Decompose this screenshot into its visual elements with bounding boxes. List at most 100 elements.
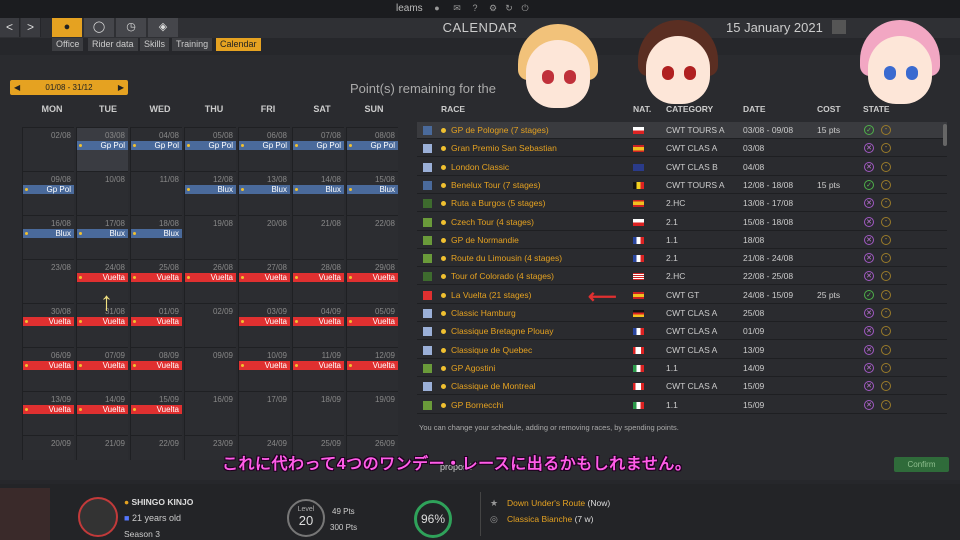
unavailable-x-icon[interactable]: ✕ <box>864 143 874 154</box>
info-icon[interactable]: - <box>881 198 891 209</box>
calendar-day-cell[interactable]: 21/09 <box>76 435 128 460</box>
info-icon[interactable]: - <box>881 271 891 282</box>
refresh-icon[interactable]: ↻ <box>504 3 514 14</box>
back-button[interactable]: < <box>0 18 20 37</box>
calendar-day-cell[interactable]: 04/09 Vuelta <box>292 303 344 347</box>
calendar-event[interactable]: Blux <box>293 185 344 194</box>
race-row[interactable]: Classique Bretagne Plouay CWT CLAS A 01/09… <box>417 323 947 341</box>
info-icon[interactable]: - <box>881 344 891 355</box>
race-row[interactable]: London Classic CWT CLAS B 04/08 ✕ - <box>417 159 947 176</box>
calendar-event[interactable]: Gp Pol <box>293 141 344 150</box>
calendar-day-cell[interactable]: 15/08 Blux <box>346 171 398 215</box>
calendar-day-cell[interactable]: 09/08 Gp Pol <box>22 171 74 215</box>
calendar-day-cell[interactable]: 10/09 Vuelta <box>238 347 290 391</box>
calendar-day-cell[interactable]: 12/09 Vuelta <box>346 347 398 391</box>
calendar-day-cell[interactable]: 18/08 Blux <box>130 215 182 259</box>
calendar-event[interactable]: Vuelta <box>293 361 344 370</box>
race-row[interactable]: Classique de Montreal CWT CLAS A 15/09 ✕ - <box>417 378 947 396</box>
forward-button[interactable]: > <box>21 18 41 37</box>
calendar-day-cell[interactable]: 13/08 Blux <box>238 171 290 215</box>
calendar-event[interactable]: Gp Pol <box>239 141 290 150</box>
calendar-day-cell[interactable]: 25/08 Vuelta <box>130 259 182 303</box>
calendar-event[interactable]: Blux <box>239 185 290 194</box>
calendar-day-cell[interactable]: 22/09 <box>130 435 182 460</box>
calendar-day-cell[interactable]: 11/09 Vuelta <box>292 347 344 391</box>
mail-icon[interactable]: ✉ <box>452 3 462 14</box>
calendar-day-cell[interactable]: 27/08 Vuelta <box>238 259 290 303</box>
calendar-day-cell[interactable]: 11/08 <box>130 171 182 215</box>
calendar-day-cell[interactable]: 02/09 <box>184 303 236 347</box>
unavailable-x-icon[interactable]: ✕ <box>864 399 874 410</box>
unavailable-x-icon[interactable]: ✕ <box>864 234 874 245</box>
calendar-event[interactable]: Vuelta <box>131 273 182 282</box>
calendar-day-cell[interactable]: 05/08 Gp Pol <box>184 127 236 171</box>
help-icon[interactable]: ? <box>470 3 480 14</box>
upcoming-race-2[interactable]: Classica Bianche (7 w) <box>507 514 593 524</box>
clock-tab-icon[interactable]: ◷ <box>116 18 146 37</box>
info-icon[interactable]: - <box>881 289 891 300</box>
team-tab-icon[interactable]: ● <box>52 18 82 37</box>
calendar-day-cell[interactable]: 06/08 Gp Pol <box>238 127 290 171</box>
info-icon[interactable]: - <box>881 125 891 135</box>
calendar-event[interactable]: Vuelta <box>77 405 128 414</box>
calendar-icon[interactable] <box>832 20 846 34</box>
next-period-icon[interactable]: ▶ <box>118 80 124 95</box>
unavailable-x-icon[interactable]: ✕ <box>864 253 874 264</box>
unavailable-x-icon[interactable]: ✕ <box>864 216 874 227</box>
bike-tab-icon[interactable]: ◯ <box>84 18 114 37</box>
calendar-event[interactable]: Vuelta <box>131 405 182 414</box>
power-icon[interactable]: ⏻ <box>520 3 530 14</box>
calendar-day-cell[interactable]: 02/08 <box>22 127 74 171</box>
bell-icon[interactable]: ● <box>432 3 442 14</box>
calendar-day-cell[interactable]: 29/08 Vuelta <box>346 259 398 303</box>
calendar-event[interactable]: Blux <box>23 229 74 238</box>
calendar-day-cell[interactable]: 14/08 Blux <box>292 171 344 215</box>
unavailable-x-icon[interactable]: ✕ <box>864 344 874 355</box>
calendar-event[interactable]: Vuelta <box>23 405 74 414</box>
race-row[interactable]: Classic Hamburg CWT CLAS A 25/08 ✕ - <box>417 305 947 322</box>
subtab-rider-data[interactable]: Rider data <box>88 38 138 51</box>
calendar-event[interactable]: Gp Pol <box>23 185 74 194</box>
subtab-training[interactable]: Training <box>172 38 213 51</box>
calendar-day-cell[interactable]: 10/08 <box>76 171 128 215</box>
subtab-skills[interactable]: Skills <box>140 38 170 51</box>
calendar-day-cell[interactable]: 07/09 Vuelta <box>76 347 128 391</box>
calendar-day-cell[interactable]: 08/08 Gp Pol <box>346 127 398 171</box>
race-row[interactable]: Route du Limousin (4 stages) 2.1 21/08 - 2… <box>417 250 947 268</box>
prev-period-icon[interactable]: ◀ <box>14 80 20 95</box>
info-icon[interactable]: - <box>881 381 891 392</box>
calendar-event[interactable]: Vuelta <box>23 317 74 326</box>
unavailable-x-icon[interactable]: ✕ <box>864 161 874 172</box>
globe-tab-icon[interactable]: ◈ <box>148 18 178 37</box>
calendar-day-cell[interactable]: 06/09 Vuelta <box>22 347 74 391</box>
calendar-day-cell[interactable]: 08/09 Vuelta <box>130 347 182 391</box>
calendar-day-cell[interactable]: 28/08 Vuelta <box>292 259 344 303</box>
calendar-event[interactable]: Vuelta <box>347 273 398 282</box>
calendar-day-cell[interactable]: 17/08 Blux <box>76 215 128 259</box>
info-icon[interactable]: - <box>881 253 891 264</box>
calendar-day-cell[interactable]: 05/09 Vuelta <box>346 303 398 347</box>
unavailable-x-icon[interactable]: ✕ <box>864 308 874 318</box>
settings-icon[interactable]: ⚙ <box>488 3 498 14</box>
selected-check-icon[interactable]: ✓ <box>864 125 874 135</box>
calendar-event[interactable]: Vuelta <box>77 317 128 326</box>
calendar-day-cell[interactable]: 12/08 Blux <box>184 171 236 215</box>
calendar-day-cell[interactable]: 22/08 <box>346 215 398 259</box>
calendar-day-cell[interactable]: 20/09 <box>22 435 74 460</box>
calendar-event[interactable]: Vuelta <box>293 273 344 282</box>
race-row[interactable]: Tour of Colorado (4 stages) 2.HC 22/08 - 2… <box>417 268 947 286</box>
calendar-day-cell[interactable]: 04/08 Gp Pol <box>130 127 182 171</box>
calendar-day-cell[interactable]: 16/08 Blux <box>22 215 74 259</box>
info-icon[interactable]: - <box>881 143 891 154</box>
calendar-day-cell[interactable]: 03/09 Vuelta <box>238 303 290 347</box>
calendar-event[interactable]: Blux <box>77 229 128 238</box>
calendar-event[interactable]: Gp Pol <box>185 141 236 150</box>
calendar-day-cell[interactable]: 03/08 Gp Pol <box>76 127 128 171</box>
calendar-event[interactable]: Vuelta <box>77 361 128 370</box>
calendar-day-cell[interactable]: 30/08 Vuelta <box>22 303 74 347</box>
calendar-day-cell[interactable]: 14/09 Vuelta <box>76 391 128 435</box>
selected-check-icon[interactable]: ✓ <box>864 289 874 300</box>
info-icon[interactable]: - <box>881 399 891 410</box>
calendar-event[interactable]: Vuelta <box>293 317 344 326</box>
calendar-event[interactable]: Gp Pol <box>131 141 182 150</box>
